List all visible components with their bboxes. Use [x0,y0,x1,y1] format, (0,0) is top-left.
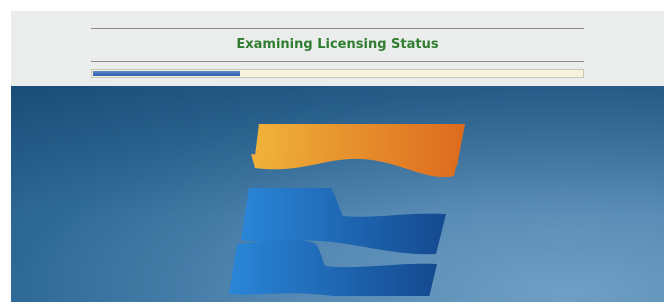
bottom-divider [91,61,584,62]
stacked-waves-logo-icon [229,124,465,296]
status-panel: Examining Licensing Status [11,11,664,86]
splash-image [11,86,664,302]
progress-bar [91,69,584,78]
status-title: Examining Licensing Status [236,37,439,52]
progress-fill [93,71,240,76]
loading-window: Examining Licensing Status [11,11,664,302]
top-divider [91,28,584,29]
